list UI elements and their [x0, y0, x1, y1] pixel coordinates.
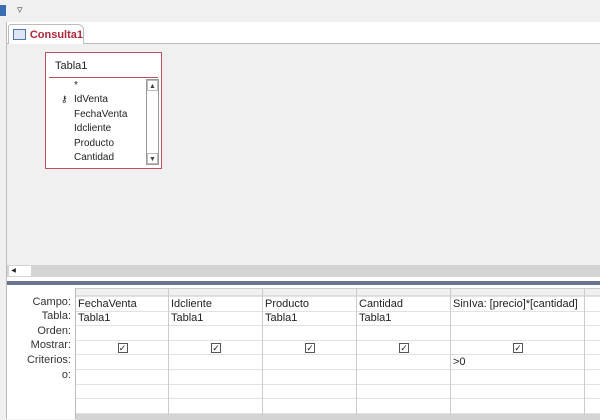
field-item[interactable]: Producto [74, 138, 114, 149]
show-checkbox[interactable]: ✓ [305, 343, 315, 353]
grid-cell-campo[interactable]: FechaVenta [78, 298, 137, 310]
scroll-thumb[interactable] [18, 266, 31, 276]
grid-cell-campo[interactable]: Producto [265, 298, 309, 310]
scroll-up-icon[interactable]: ▲ [147, 80, 158, 91]
quick-access-toolbar: ▿ [0, 0, 600, 22]
tab-consulta1[interactable]: Consulta1 [8, 24, 84, 44]
table-field-list[interactable]: Tabla1 ⚷ * IdVenta FechaVenta Idcliente … [45, 52, 162, 169]
grid-cell-tabla[interactable]: Tabla1 [265, 312, 297, 324]
show-checkbox[interactable]: ✓ [399, 343, 409, 353]
scroll-down-icon[interactable]: ▼ [147, 153, 158, 164]
table-title: Tabla1 [55, 60, 88, 72]
show-checkbox[interactable]: ✓ [211, 343, 221, 353]
row-label-mostrar: Mostrar: [30, 339, 71, 351]
table-pane-hscrollbar[interactable]: ◀ [7, 265, 600, 277]
grid-cell-tabla[interactable]: Tabla1 [359, 312, 391, 324]
grid-cell-campo[interactable]: Cantidad [359, 298, 403, 310]
grid-cell-campo[interactable]: Idcliente [171, 298, 212, 310]
row-label-tabla: Tabla: [41, 310, 71, 322]
divider [49, 77, 158, 78]
primary-key-icon: ⚷ [61, 94, 68, 104]
scroll-left-icon[interactable]: ◀ [9, 266, 18, 276]
field-item[interactable]: FechaVenta [74, 109, 127, 120]
field-list-scrollbar[interactable]: ▲ ▼ [146, 79, 159, 165]
grid-column [585, 289, 600, 414]
grid-cell-tabla[interactable]: Tabla1 [78, 312, 110, 324]
row-label-criterios: Criterios: [26, 354, 71, 366]
show-checkbox[interactable]: ✓ [513, 343, 523, 353]
app-icon [0, 5, 6, 16]
field-item[interactable]: IdVenta [74, 94, 108, 105]
grid-cell-tabla[interactable]: Tabla1 [171, 312, 203, 324]
tab-label: Consulta1 [29, 28, 83, 41]
field-item[interactable]: * [74, 80, 78, 91]
grid-cell-campo[interactable]: SinIva: [precio]*[cantidad] [453, 298, 578, 310]
row-label-o: o: [61, 369, 71, 381]
grid-cell-criterios[interactable]: >0 [453, 356, 466, 368]
show-checkbox[interactable]: ✓ [117, 343, 128, 353]
field-item[interactable]: Idcliente [74, 123, 111, 134]
row-label-campo: Campo: [32, 296, 71, 308]
query-icon [13, 29, 26, 40]
field-item[interactable]: Cantidad [74, 152, 114, 163]
customize-toolbar-icon[interactable]: ▿ [17, 3, 23, 16]
query-design-grid[interactable]: FechaVenta Tabla1 ✓ Idcliente Tabla1 ✓ Product… [75, 288, 600, 420]
row-label-orden: Orden: [37, 325, 71, 337]
